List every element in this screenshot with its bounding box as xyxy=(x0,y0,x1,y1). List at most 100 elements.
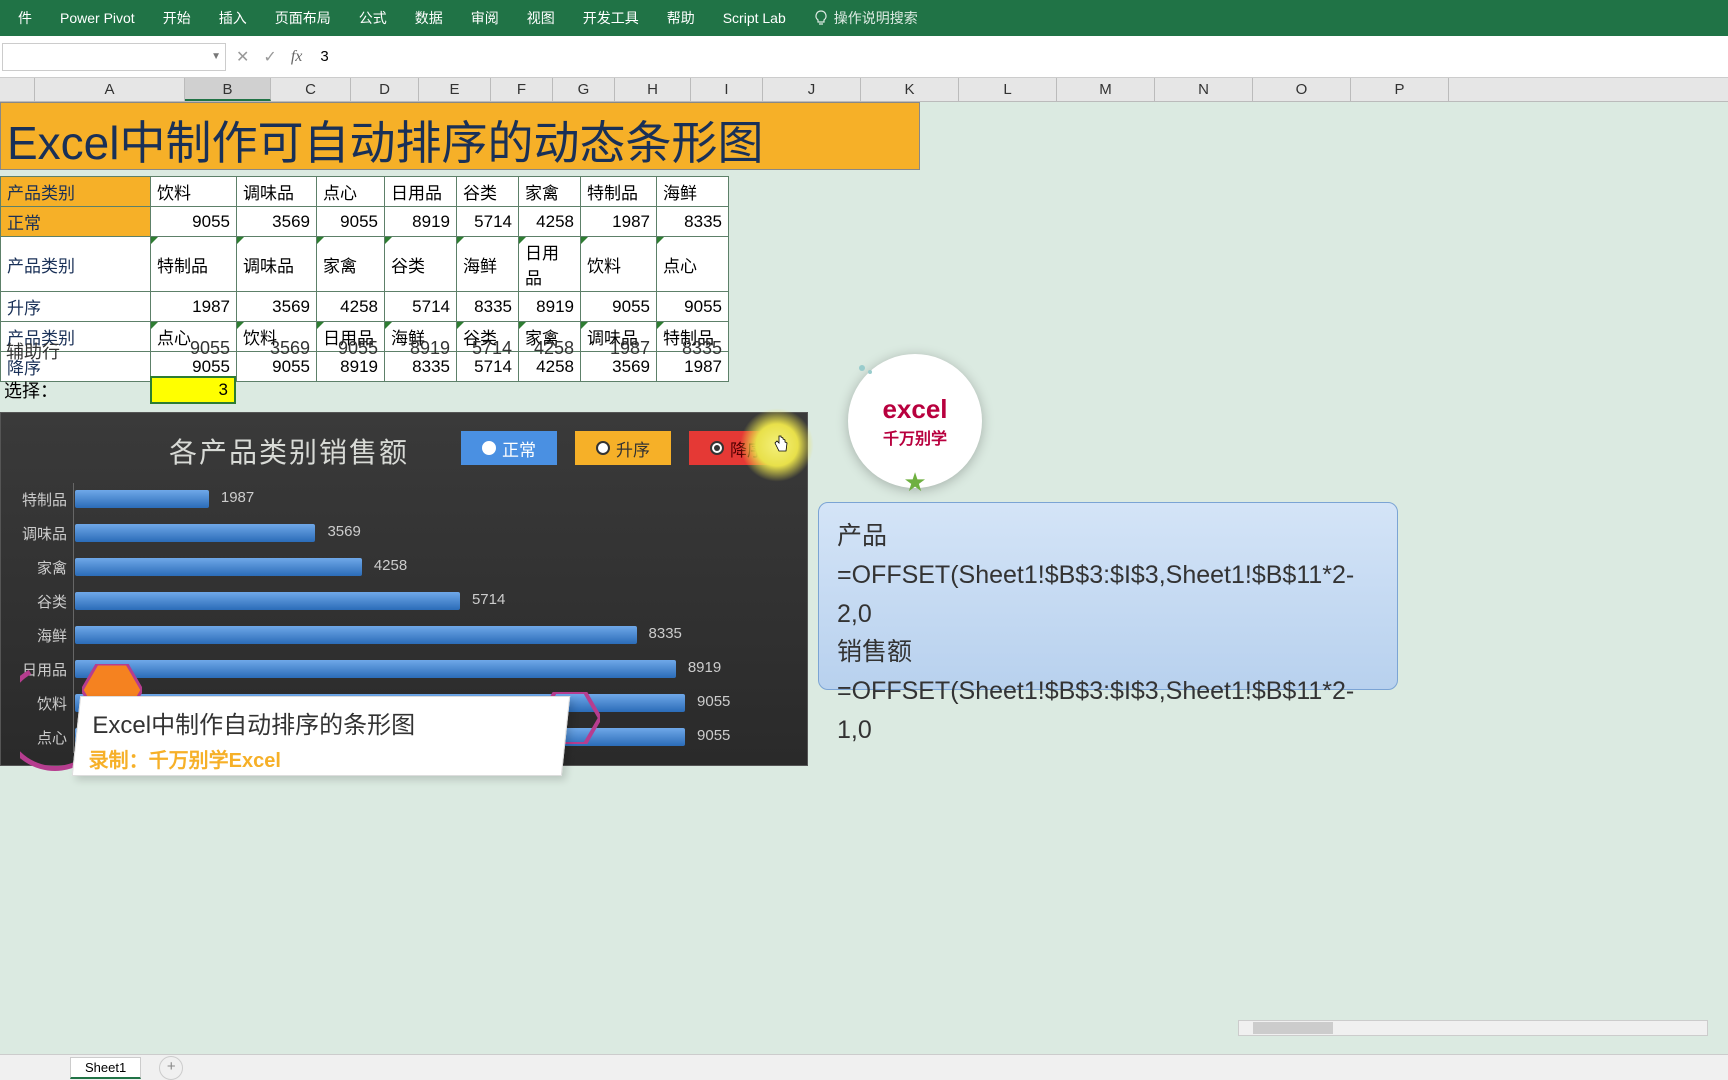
formula-bar: ▼ ✕ ✓ fx 3 xyxy=(0,36,1728,78)
ribbon-tab[interactable]: 帮助 xyxy=(653,0,709,36)
formula-text: =OFFSET(Sheet1!$B$3:$I$3,Sheet1!$B$11*2-… xyxy=(837,672,1379,750)
choose-row: 选择： 3 xyxy=(0,376,236,404)
bar-row: 日用品8919 xyxy=(73,653,793,685)
radio-icon xyxy=(482,441,496,455)
cell[interactable]: 调味品 xyxy=(237,237,317,292)
cell[interactable]: 日用品 xyxy=(519,237,581,292)
col-header[interactable]: K xyxy=(861,78,959,101)
cancel-icon[interactable]: ✕ xyxy=(236,47,249,67)
cell[interactable]: 调味品 xyxy=(237,177,317,207)
cell[interactable]: 4258 xyxy=(519,207,581,237)
cell[interactable]: 1987 xyxy=(581,207,657,237)
formula-label: 产品 xyxy=(837,517,1379,556)
cell[interactable]: 点心 xyxy=(317,177,385,207)
cell[interactable]: 3569 xyxy=(237,207,317,237)
bar-row: 谷类5714 xyxy=(73,585,793,617)
row-label: 升序 xyxy=(1,292,151,322)
cell[interactable]: 饮料 xyxy=(151,177,237,207)
sheet-tab[interactable]: Sheet1 xyxy=(70,1057,141,1079)
cell[interactable]: 海鲜 xyxy=(657,177,729,207)
cell[interactable]: 9055 xyxy=(657,292,729,322)
cell[interactable]: 谷类 xyxy=(385,237,457,292)
bar-value: 8919 xyxy=(688,659,721,676)
choose-label: 选择： xyxy=(0,377,150,403)
cell[interactable]: 家禽 xyxy=(317,237,385,292)
col-header[interactable]: J xyxy=(763,78,861,101)
col-header[interactable]: D xyxy=(351,78,419,101)
choose-value-cell[interactable]: 3 xyxy=(150,376,236,404)
cell[interactable]: 点心 xyxy=(657,237,729,292)
cell[interactable]: 5714 xyxy=(385,292,457,322)
caption-author: 录制：千万别学Excel xyxy=(89,744,549,773)
cell[interactable]: 8335 xyxy=(657,207,729,237)
cell[interactable]: 特制品 xyxy=(581,177,657,207)
ribbon-tab[interactable]: Power Pivot xyxy=(46,0,149,36)
row-label: 正常 xyxy=(1,207,151,237)
worksheet-area[interactable]: Excel中制作可自动排序的动态条形图 产品类别饮料调味品点心日用品谷类家禽特制… xyxy=(0,102,1728,1062)
cell[interactable]: 4258 xyxy=(317,292,385,322)
cell[interactable]: 海鲜 xyxy=(457,237,519,292)
cell[interactable]: 9055 xyxy=(581,292,657,322)
tell-me-search[interactable]: 操作说明搜索 xyxy=(814,8,918,28)
ribbon-tab[interactable]: 视图 xyxy=(513,0,569,36)
col-header[interactable]: B xyxy=(185,78,271,101)
col-header[interactable]: C xyxy=(271,78,351,101)
bar-value: 4258 xyxy=(374,557,407,574)
col-header[interactable]: O xyxy=(1253,78,1351,101)
cell[interactable]: 8335 xyxy=(457,292,519,322)
col-header[interactable]: M xyxy=(1057,78,1155,101)
col-header[interactable]: F xyxy=(491,78,553,101)
col-header[interactable]: E xyxy=(419,78,491,101)
sort-option-button[interactable]: 正常 xyxy=(461,431,557,465)
name-box[interactable]: ▼ xyxy=(2,43,226,71)
cell[interactable]: 5714 xyxy=(457,207,519,237)
col-header[interactable]: H xyxy=(615,78,691,101)
ribbon-tab[interactable]: Script Lab xyxy=(709,0,800,36)
ribbon-tab[interactable]: 公式 xyxy=(345,0,401,36)
cell[interactable]: 9055 xyxy=(317,207,385,237)
ribbon-tab[interactable]: 审阅 xyxy=(457,0,513,36)
cell[interactable]: 1987 xyxy=(151,292,237,322)
ribbon-tab[interactable]: 页面布局 xyxy=(261,0,345,36)
aux-row: 辅助行90553569905589195714425819878335 xyxy=(0,334,728,368)
col-header[interactable]: L xyxy=(959,78,1057,101)
cell[interactable]: 8919 xyxy=(519,292,581,322)
ribbon-tab[interactable]: 开发工具 xyxy=(569,0,653,36)
cell[interactable]: 3569 xyxy=(237,292,317,322)
bar-row: 家禽4258 xyxy=(73,551,793,583)
select-all-corner[interactable] xyxy=(0,78,35,101)
cell[interactable]: 特制品 xyxy=(151,237,237,292)
sort-option-button[interactable]: 升序 xyxy=(575,431,671,465)
chevron-down-icon[interactable]: ▼ xyxy=(211,51,221,62)
formula-input[interactable]: 3 xyxy=(310,48,1728,65)
accept-icon[interactable]: ✓ xyxy=(263,47,276,67)
fx-icon[interactable]: fx xyxy=(291,48,303,66)
formula-text: =OFFSET(Sheet1!$B$3:$I$3,Sheet1!$B$11*2-… xyxy=(837,556,1379,634)
ribbon-tab[interactable]: 件 xyxy=(4,0,46,36)
col-header[interactable]: P xyxy=(1351,78,1449,101)
bar xyxy=(75,626,637,644)
cursor-hand-icon xyxy=(773,434,789,454)
cell[interactable]: 日用品 xyxy=(385,177,457,207)
bar xyxy=(75,558,362,576)
add-sheet-button[interactable]: + xyxy=(159,1056,183,1080)
ribbon-tab[interactable]: 数据 xyxy=(401,0,457,36)
ribbon-tab[interactable]: 插入 xyxy=(205,0,261,36)
button-label: 正常 xyxy=(502,436,536,461)
col-header[interactable]: G xyxy=(553,78,615,101)
col-header[interactable]: I xyxy=(691,78,763,101)
col-header[interactable]: A xyxy=(35,78,185,101)
horizontal-scrollbar[interactable] xyxy=(1238,1020,1708,1036)
ribbon-tab[interactable]: 开始 xyxy=(149,0,205,36)
bar-category: 海鲜 xyxy=(7,625,67,646)
bar xyxy=(75,524,315,542)
sheet-tabs: Sheet1 + xyxy=(0,1054,1728,1080)
bar-value: 8335 xyxy=(649,625,682,642)
cell[interactable]: 家禽 xyxy=(519,177,581,207)
cell[interactable]: 饮料 xyxy=(581,237,657,292)
cell[interactable]: 谷类 xyxy=(457,177,519,207)
cell[interactable]: 8919 xyxy=(385,207,457,237)
cell[interactable]: 9055 xyxy=(151,207,237,237)
lightbulb-icon xyxy=(814,10,828,26)
col-header[interactable]: N xyxy=(1155,78,1253,101)
